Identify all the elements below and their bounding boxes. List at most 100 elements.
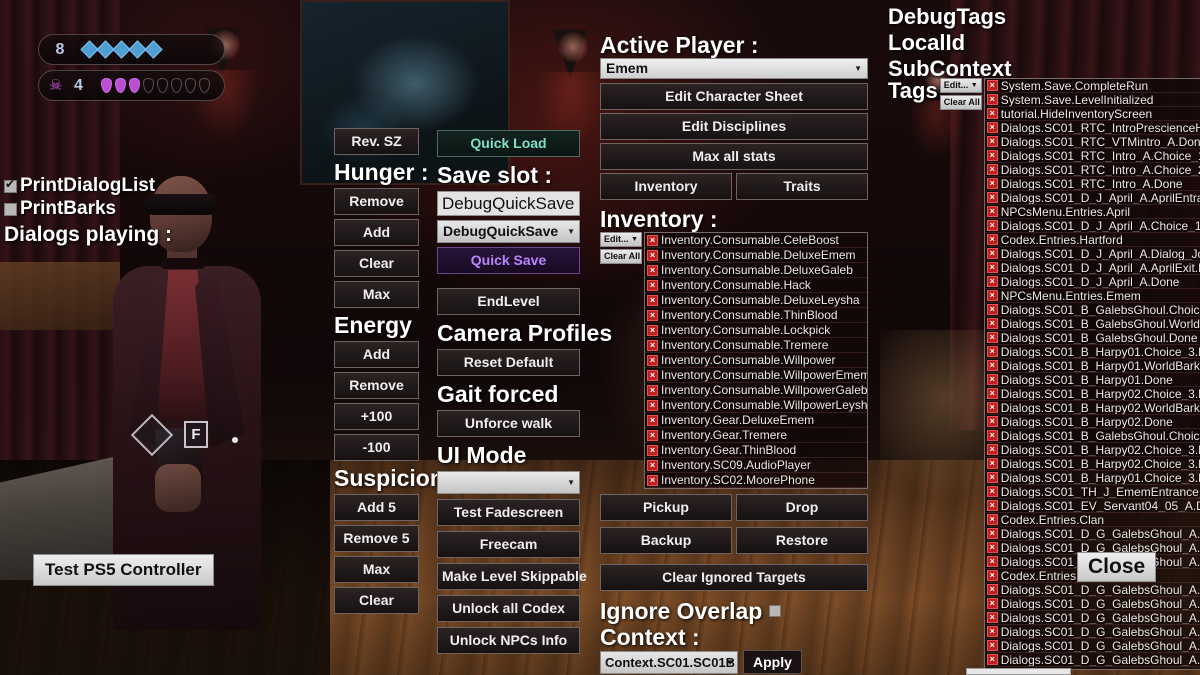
- remove-icon[interactable]: ×: [986, 220, 998, 231]
- pickup-button[interactable]: Pickup: [600, 494, 732, 521]
- tag-item[interactable]: ×Dialogs.SC01_B_Harpy02.Choice_3.Reply: [984, 457, 1200, 471]
- tag-item[interactable]: ×Dialogs.SC01_EV_Servant04_05_A.Done: [984, 499, 1200, 513]
- tag-item[interactable]: ×Dialogs.SC01_B_Harpy02.WorldBarks.Do: [984, 401, 1200, 415]
- remove-icon[interactable]: ×: [986, 192, 998, 203]
- tag-item[interactable]: ×Dialogs.SC01_B_GalebsGhoul.Choice_3.R: [984, 303, 1200, 317]
- tag-item[interactable]: ×Dialogs.SC01_D_G_GalebsGhoul_A.Choic: [984, 597, 1200, 611]
- remove-icon[interactable]: ×: [647, 234, 658, 246]
- tag-item[interactable]: × Dialogs.SC01_RTC_Intro_A.Done: [984, 177, 1200, 191]
- remove-icon[interactable]: ×: [986, 584, 998, 595]
- checkbox-icon[interactable]: [769, 605, 782, 617]
- clear-ignored-targets-button[interactable]: Clear Ignored Targets: [600, 564, 868, 591]
- remove-icon[interactable]: ×: [986, 416, 998, 427]
- tag-item[interactable]: ×Dialogs.SC01_D_J_April_A.Dialog_Journe: [984, 247, 1200, 261]
- remove-icon[interactable]: ×: [647, 444, 658, 456]
- inventory-item[interactable]: × Inventory.Consumable.Lockpick: [645, 323, 867, 338]
- quick-load-button[interactable]: Quick Load: [437, 130, 580, 157]
- player-button-edit-disciplines[interactable]: Edit Disciplines: [600, 113, 868, 140]
- remove-icon[interactable]: ×: [986, 542, 998, 553]
- context-dropdown[interactable]: Context.SC01.SC01B: [600, 650, 738, 674]
- tag-item[interactable]: ×Dialogs.SC01_RTC_Intro_A.Choice_20.Re: [984, 163, 1200, 177]
- inventory-item[interactable]: × Inventory.Consumable.WillpowerLeysha: [645, 398, 867, 413]
- remove-icon[interactable]: ×: [647, 249, 658, 261]
- remove-icon[interactable]: ×: [986, 612, 998, 623]
- hunger-button-remove[interactable]: Remove: [334, 188, 419, 215]
- inventory-item[interactable]: × Inventory.Consumable.DeluxeGaleb: [645, 263, 867, 278]
- remove-icon[interactable]: ×: [986, 556, 998, 567]
- test-ps5-controller-button[interactable]: Test PS5 Controller: [33, 554, 214, 586]
- remove-icon[interactable]: ×: [647, 324, 658, 336]
- remove-icon[interactable]: ×: [986, 332, 998, 343]
- inventory-item[interactable]: × Inventory.Gear.ThinBlood: [645, 443, 867, 458]
- close-button[interactable]: Close: [1077, 552, 1157, 582]
- rev-sz-button[interactable]: Rev. SZ: [334, 128, 419, 155]
- toggle-print-barks[interactable]: PrintBarks: [4, 198, 172, 220]
- inventory-clear-all-button[interactable]: Clear All: [600, 249, 642, 264]
- remove-icon[interactable]: ×: [647, 384, 658, 396]
- save-slot-dropdown[interactable]: DebugQuickSave: [437, 220, 580, 243]
- tag-item[interactable]: ×Dialogs.SC01_RTC_IntroPrescienceHalse: [984, 121, 1200, 135]
- tag-item[interactable]: ×Dialogs.SC01_D_G_GalebsGhoul_A.FirstF: [984, 583, 1200, 597]
- tag-item[interactable]: ×Dialogs.SC01_B_Harpy01.Choice_3.Reply: [984, 345, 1200, 359]
- remove-icon[interactable]: ×: [986, 374, 998, 385]
- remove-icon[interactable]: ×: [647, 309, 658, 321]
- energy-button-add[interactable]: Add: [334, 341, 419, 368]
- remove-icon[interactable]: ×: [647, 339, 658, 351]
- remove-icon[interactable]: ×: [986, 472, 998, 483]
- remove-icon[interactable]: ×: [986, 654, 998, 665]
- tag-item[interactable]: × Dialogs.SC01_B_GalebsGhoul.Done: [984, 331, 1200, 345]
- checkbox-icon[interactable]: [4, 202, 17, 216]
- inventory-item[interactable]: × Inventory.Consumable.WillpowerGaleb: [645, 383, 867, 398]
- active-player-dropdown[interactable]: Emem: [600, 58, 868, 79]
- tag-item[interactable]: × Dialogs.SC01_B_Harpy02.Done: [984, 415, 1200, 429]
- remove-icon[interactable]: ×: [647, 354, 658, 366]
- remove-icon[interactable]: ×: [986, 290, 998, 301]
- remove-icon[interactable]: ×: [647, 414, 658, 426]
- tag-item[interactable]: ×Dialogs.SC01_B_Harpy01.WorldBarks.Do: [984, 359, 1200, 373]
- inventory-edit-button[interactable]: Edit...: [600, 232, 642, 247]
- remove-icon[interactable]: ×: [986, 626, 998, 637]
- tag-item[interactable]: × Codex.Entries.Hartford: [984, 233, 1200, 247]
- remove-icon[interactable]: ×: [986, 304, 998, 315]
- tag-item[interactable]: ×Dialogs.SC01_D_J_April_A.AprilEntrance.: [984, 191, 1200, 205]
- inventory-item[interactable]: × Inventory.SC02.MoorePhone: [645, 473, 867, 488]
- remove-icon[interactable]: ×: [647, 399, 658, 411]
- remove-icon[interactable]: ×: [647, 429, 658, 441]
- tag-item[interactable]: ×Dialogs.SC01_B_Harpy02.Choice_3.Reply: [984, 443, 1200, 457]
- tag-item[interactable]: × System.Save.CompleteRun: [984, 79, 1200, 93]
- tag-item[interactable]: × tutorial.HideInventoryScreen: [984, 107, 1200, 121]
- energy-button-100[interactable]: -100: [334, 434, 419, 461]
- ui-mode-button-unlock-all-codex[interactable]: Unlock all Codex: [437, 595, 580, 622]
- tag-item[interactable]: ×Dialogs.SC01_D_G_GalebsGhoul_A.Secon: [984, 639, 1200, 653]
- energy-button-100[interactable]: +100: [334, 403, 419, 430]
- remove-icon[interactable]: ×: [986, 598, 998, 609]
- inventory-item[interactable]: × Inventory.SC09.AudioPlayer: [645, 458, 867, 473]
- inventory-item[interactable]: × Inventory.Gear.Tremere: [645, 428, 867, 443]
- remove-icon[interactable]: ×: [986, 514, 998, 525]
- inventory-item[interactable]: × Inventory.Consumable.Tremere: [645, 338, 867, 353]
- apply-button[interactable]: Apply: [743, 650, 802, 674]
- remove-icon[interactable]: ×: [986, 360, 998, 371]
- tags-edit-button[interactable]: Edit...: [939, 78, 982, 93]
- remove-icon[interactable]: ×: [986, 262, 998, 273]
- ui-mode-button-test-fadescreen[interactable]: Test Fadescreen: [437, 499, 580, 526]
- energy-button-remove[interactable]: Remove: [334, 372, 419, 399]
- remove-icon[interactable]: ×: [986, 528, 998, 539]
- save-slot-input[interactable]: DebugQuickSave: [437, 191, 580, 216]
- tag-item[interactable]: × Codex.Entries.Clan: [984, 513, 1200, 527]
- remove-icon[interactable]: ×: [986, 150, 998, 161]
- remove-icon[interactable]: ×: [986, 248, 998, 259]
- tag-item[interactable]: × Dialogs.SC01_D_J_April_A.Done: [984, 275, 1200, 289]
- tags-clear-all-button[interactable]: Clear All: [939, 95, 982, 110]
- remove-icon[interactable]: ×: [986, 164, 998, 175]
- tag-item[interactable]: × System.Save.LevelInitialized: [984, 93, 1200, 107]
- remove-icon[interactable]: ×: [986, 234, 998, 245]
- restore-button[interactable]: Restore: [736, 527, 868, 554]
- tag-item[interactable]: × NPCsMenu.Entries.Emem: [984, 289, 1200, 303]
- tag-item[interactable]: × Dialogs.SC01_RTC_VTMintro_A.Done: [984, 135, 1200, 149]
- inventory-item[interactable]: × Inventory.Consumable.Willpower: [645, 353, 867, 368]
- toggle-print-dialog-list[interactable]: PrintDialogList: [4, 175, 172, 197]
- inventory-item[interactable]: × Inventory.Consumable.WillpowerEmem: [645, 368, 867, 383]
- inventory-item[interactable]: × Inventory.Consumable.ThinBlood: [645, 308, 867, 323]
- checkbox-icon[interactable]: [4, 177, 17, 193]
